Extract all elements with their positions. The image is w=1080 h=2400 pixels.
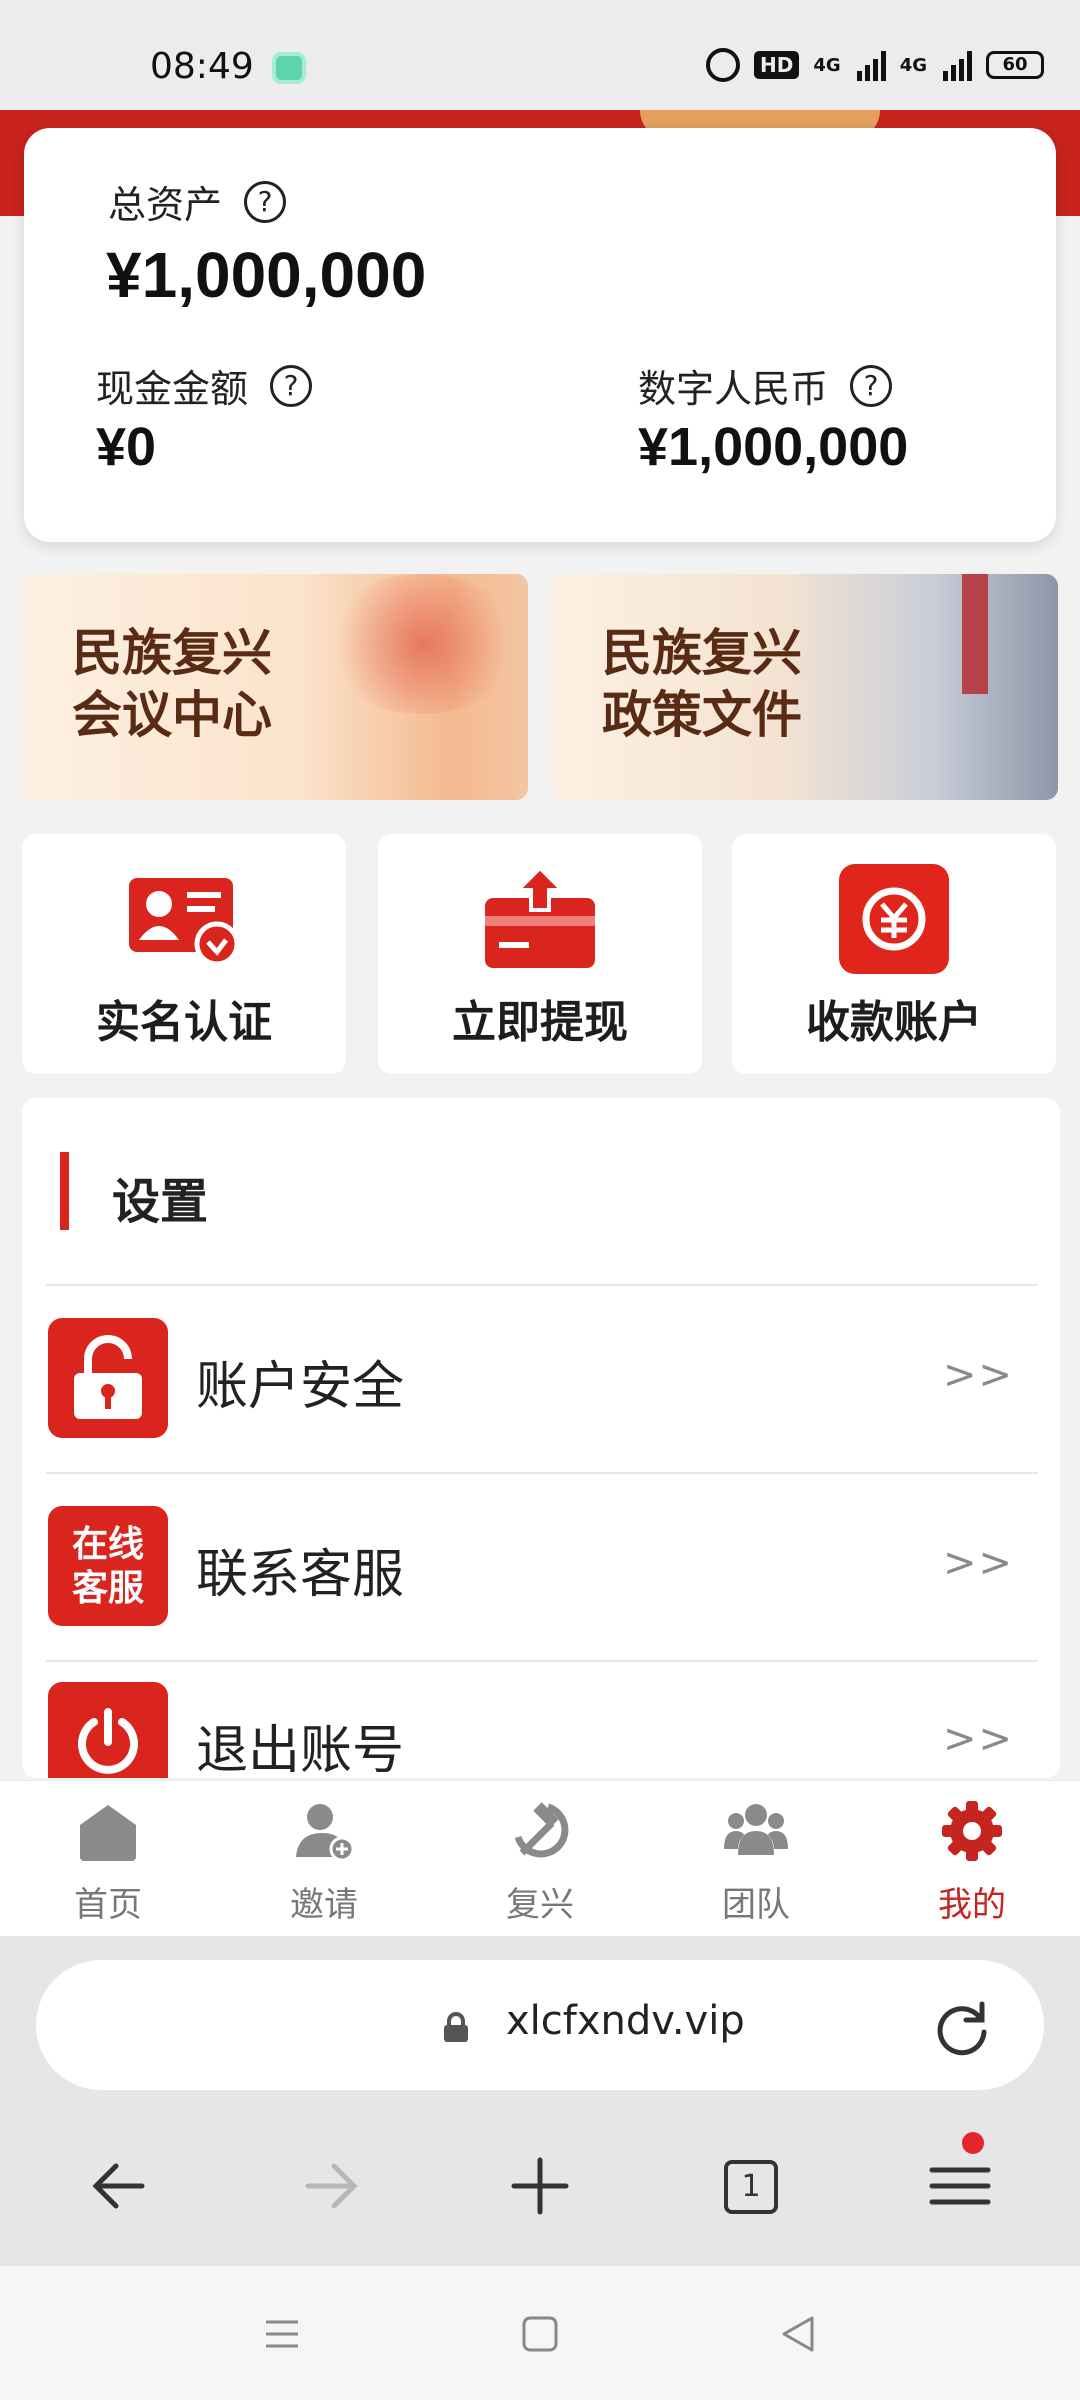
settings-row-account-security[interactable]: 账户安全 >> [22, 1286, 1060, 1472]
contact-support-label: 联系客服 [196, 1545, 405, 1605]
meeting-center-banner[interactable]: 民族复兴 会议中心 [22, 574, 528, 800]
settings-panel: 设置 账户安全 >> 在线 客服 联系客服 >> 退出账号 >> [22, 1098, 1060, 1778]
tab-home[interactable]: 首页 [0, 1781, 216, 1937]
browser-menu-button[interactable] [920, 2132, 1000, 2226]
total-assets-label: 总资产 [108, 183, 223, 227]
cash-help-icon[interactable]: ? [270, 364, 313, 407]
settings-title: 设置 [112, 1174, 209, 1230]
chevron-double-right-icon: >> [942, 1540, 1014, 1586]
cash-label: 现金金额 [96, 367, 249, 411]
cash-label-row: 现金金额 ? [96, 358, 313, 413]
system-navigation-bar [0, 2266, 1080, 2400]
policy-documents-banner[interactable]: 民族复兴 政策文件 [552, 574, 1058, 800]
status-bar: 08:49 HD 4G 4G 60 [0, 0, 1080, 110]
network-label-2: 4G [899, 54, 927, 76]
policy-documents-banner-text: 民族复兴 政策文件 [602, 622, 802, 746]
lock-icon [444, 2012, 468, 2042]
notification-dot [962, 2132, 984, 2154]
tab-team-label: 团队 [722, 1885, 790, 1925]
back-arrow-icon[interactable] [80, 2146, 160, 2226]
receiving-account-label: 收款账户 [806, 997, 982, 1048]
hamburger-menu-icon [929, 2167, 991, 2205]
withdraw-tile[interactable]: 立即提现 [378, 834, 702, 1074]
status-time: 08:49 [150, 46, 254, 87]
yuan-exchange-icon [839, 864, 949, 974]
notification-app-icon [272, 52, 306, 84]
network-label-1: 4G [813, 54, 841, 76]
account-security-label: 账户安全 [196, 1357, 405, 1417]
tab-invite-label: 邀请 [290, 1885, 358, 1925]
unlock-icon [48, 1318, 168, 1438]
address-bar[interactable]: xlcfxndv.vip [36, 1960, 1044, 2090]
recent-apps-icon[interactable] [260, 2312, 304, 2356]
settings-title-accent [60, 1152, 69, 1230]
settings-row-contact-support[interactable]: 在线 客服 联系客服 >> [22, 1474, 1060, 1660]
gear-icon [942, 1801, 1002, 1861]
bottom-tab-bar: 首页 邀请 复兴 团队 我的 [0, 1780, 1080, 1936]
id-card-verify-icon [129, 878, 240, 967]
hammer-sickle-icon [514, 1802, 569, 1858]
chevron-double-right-icon: >> [942, 1716, 1014, 1762]
alarm-icon [706, 48, 741, 82]
banner-line-1: 民族复兴 [72, 624, 272, 682]
signal-icon [856, 49, 886, 81]
reload-icon[interactable] [932, 1998, 990, 2056]
card-withdraw-icon [485, 865, 595, 968]
settings-row-logout[interactable]: 退出账号 >> [22, 1650, 1060, 1778]
hd-badge: HD [754, 51, 800, 79]
tab-revival-label: 复兴 [506, 1885, 574, 1925]
total-assets-help-icon[interactable]: ? [244, 180, 287, 223]
digital-rmb-label-row: 数字人民币 ? [638, 358, 893, 413]
total-assets-label-row: 总资产 ? [108, 174, 287, 229]
real-name-verify-label: 实名认证 [96, 997, 272, 1048]
real-name-verify-tile[interactable]: 实名认证 [22, 834, 346, 1074]
tab-revival[interactable]: 复兴 [432, 1781, 648, 1937]
power-icon [48, 1682, 168, 1778]
digital-rmb-help-icon[interactable]: ? [850, 364, 893, 407]
url-text: xlcfxndv.vip [506, 1998, 745, 2044]
browser-toolbar: xlcfxndv.vip 1 [0, 1936, 1080, 2266]
receiving-account-tile[interactable]: 收款账户 [732, 834, 1056, 1074]
total-assets-value: ¥1,000,000 [106, 239, 427, 311]
chevron-double-right-icon: >> [942, 1352, 1014, 1398]
online-service-icon: 在线 客服 [48, 1506, 168, 1626]
asset-card: 总资产 ? ¥1,000,000 现金金额 ? ¥0 数字人民币 ? ¥1,00… [24, 128, 1056, 542]
invite-user-icon [296, 1804, 355, 1862]
withdraw-label: 立即提现 [452, 997, 628, 1048]
banner-line-1: 民族复兴 [602, 624, 802, 682]
tab-invite[interactable]: 邀请 [216, 1781, 432, 1937]
signal-icon-2 [943, 49, 972, 81]
tabs-switcher-button[interactable]: 1 [710, 2146, 790, 2226]
home-square-icon[interactable] [518, 2312, 562, 2356]
digital-rmb-label: 数字人民币 [638, 367, 829, 411]
cash-value: ¥0 [96, 417, 157, 477]
online-service-icon-line1: 在线 [71, 1523, 144, 1565]
meeting-center-banner-text: 民族复兴 会议中心 [72, 622, 272, 746]
status-indicators: HD 4G 4G 60 [706, 48, 1044, 82]
banner-line-2: 会议中心 [72, 686, 272, 744]
digital-rmb-value: ¥1,000,000 [638, 417, 909, 477]
tab-mine-label: 我的 [938, 1885, 1006, 1925]
battery-icon: 60 [986, 51, 1044, 79]
tab-home-label: 首页 [74, 1885, 142, 1925]
back-triangle-icon[interactable] [776, 2312, 820, 2356]
banner-line-2: 政策文件 [602, 686, 802, 744]
online-service-icon-line2: 客服 [71, 1567, 144, 1609]
forward-arrow-icon[interactable] [290, 2146, 370, 2226]
tab-mine[interactable]: 我的 [864, 1781, 1080, 1937]
tab-team[interactable]: 团队 [648, 1781, 864, 1937]
tab-count: 1 [724, 2160, 778, 2214]
logout-label: 退出账号 [196, 1721, 405, 1778]
home-icon [80, 1805, 136, 1861]
new-tab-plus-icon[interactable] [500, 2146, 580, 2226]
team-icon [724, 1804, 788, 1855]
